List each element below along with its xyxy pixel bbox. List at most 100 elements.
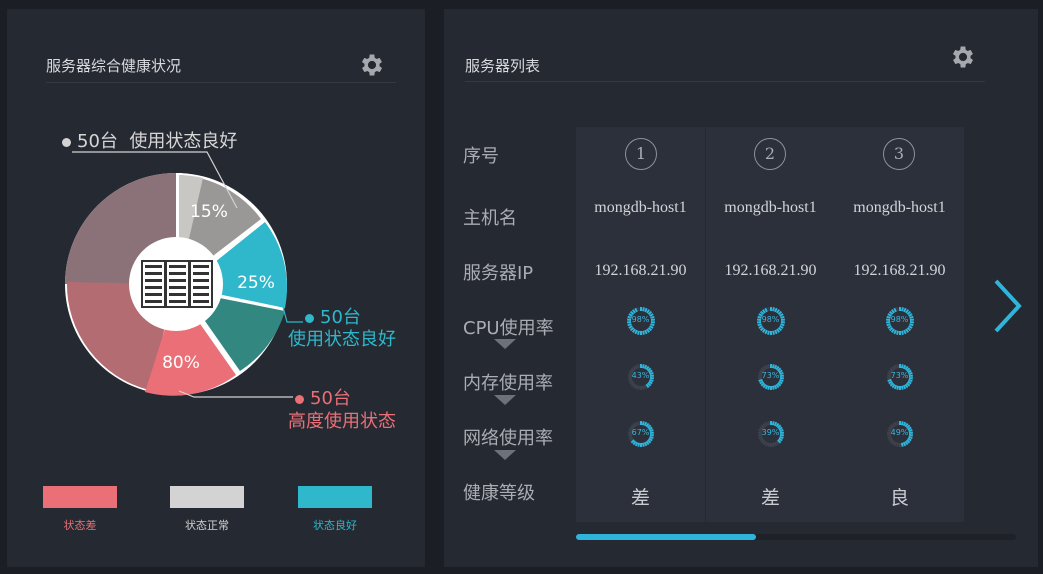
slice-label-good: 25% [237,273,275,293]
gauge-segment [636,385,640,390]
gauge-segment [766,364,770,369]
server-hostname: mongdb-host1 [594,199,687,216]
gauge-segment [895,364,899,369]
gauge-segment [643,441,647,447]
row-label-memory: 内存使用率 [463,373,553,394]
gauge-segment [633,307,638,313]
gauge-segment [647,326,652,332]
server-hostname: mongdb-host1 [724,199,817,216]
gauge-segment [895,442,899,447]
server-ip: 192.168.21.90 [594,262,687,279]
gauge-segment [892,329,897,335]
server-list-panel: 服务器列表 序号 主机名 服务器IP CPU使用率 内存使用率 网络使用率 健康… [444,9,1038,567]
chevron-right-icon[interactable] [992,277,1024,335]
gauge-segment [648,325,654,329]
gauge-segment [763,329,768,335]
callout-bad-text: 高度使用状态 [288,411,396,432]
row-label-health: 健康等级 [463,483,535,504]
gauge-segment [888,326,893,332]
gauge-segment [902,364,906,370]
gauge-segment [895,330,899,335]
gauge-segment [885,323,891,327]
gauge-segment [906,326,911,332]
gauge-segment [764,441,768,447]
gauge-segment [764,364,768,370]
sort-memory-arrow-icon[interactable] [494,395,516,405]
gauge-segment [908,323,914,327]
gauge-segment [775,309,780,314]
gauge-segment [773,307,778,313]
gauge-segment [629,326,634,332]
server-list-title: 服务器列表 [465,57,541,75]
legend-swatch-bad [43,486,117,508]
gauge-segment [766,307,770,312]
gauge-segment [900,442,904,447]
gauge-segment [641,364,645,369]
gauge-segment [633,329,638,335]
gauge-value: 73% [890,371,909,380]
gauge-segment [771,307,775,312]
gauge-segment [771,385,775,390]
gauge-segment [900,307,904,312]
sort-network-arrow-icon[interactable] [494,450,516,460]
gauge-segment [634,441,638,447]
gauge-segment [643,307,648,313]
gauge-segment [893,441,897,447]
gauge-segment [641,330,645,335]
horizontal-scrollbar[interactable] [576,534,1016,540]
gauge-segment [634,384,638,390]
row-label-index: 序号 [463,146,499,167]
row-label-cpu: CPU使用率 [463,318,554,339]
gauge-segment [778,325,784,329]
row-label-hostname: 主机名 [463,208,517,229]
server-index: 2 [754,138,786,170]
gauge-segment [893,364,897,370]
gauge-segment [907,325,913,329]
gauge-segment [759,326,764,332]
gauge-segment [893,421,897,427]
gauge-segment [902,384,906,390]
gauge-segment [636,330,640,335]
gauge-segment [643,329,648,335]
gauge-segment [773,421,777,427]
gauge-segment [764,384,768,390]
row-label-network: 网络使用率 [463,428,553,449]
callout-normal: 50台 使用状态良好 [62,127,237,153]
gauge-value: 67% [631,428,650,437]
gauge-segment [777,326,782,332]
gauge-segment [766,442,770,447]
gauge-segment [759,310,764,316]
gauge-segment [645,309,650,314]
legend-swatch-normal [170,486,244,508]
gauge-value: 73% [761,371,780,380]
gauge-segment [647,310,652,316]
server-health: 差 [630,487,650,509]
gauge-segment [888,310,893,316]
gear-icon[interactable] [949,43,977,71]
server-ip: 192.168.21.90 [724,262,817,279]
sort-cpu-arrow-icon[interactable] [494,339,516,349]
server-health: 良 [889,487,909,509]
server-hostname: mongdb-host1 [853,199,946,216]
scrollbar-thumb[interactable] [576,534,757,540]
callout-dot [305,313,314,323]
gauge-segment [643,384,647,390]
gauge-segment [766,421,770,426]
gauge-segment [771,330,775,335]
legend-swatch-good [298,486,372,508]
title-divider [465,81,985,82]
gauge-segment [761,309,766,314]
gauge-segment [631,309,636,314]
gauge-segment [773,441,777,447]
gauge-segment [893,384,897,390]
gauge-segment [777,310,782,316]
server-ip: 192.168.21.90 [853,262,946,279]
gauge-segment [631,328,636,333]
gauge-segment [902,329,907,335]
gauge-segment [895,385,899,390]
callout-dot [62,137,71,147]
gauge-segment [902,307,907,313]
gauge-segment [902,421,906,427]
gauge-segment [634,421,638,427]
slice-label-bad: 80% [162,353,200,373]
